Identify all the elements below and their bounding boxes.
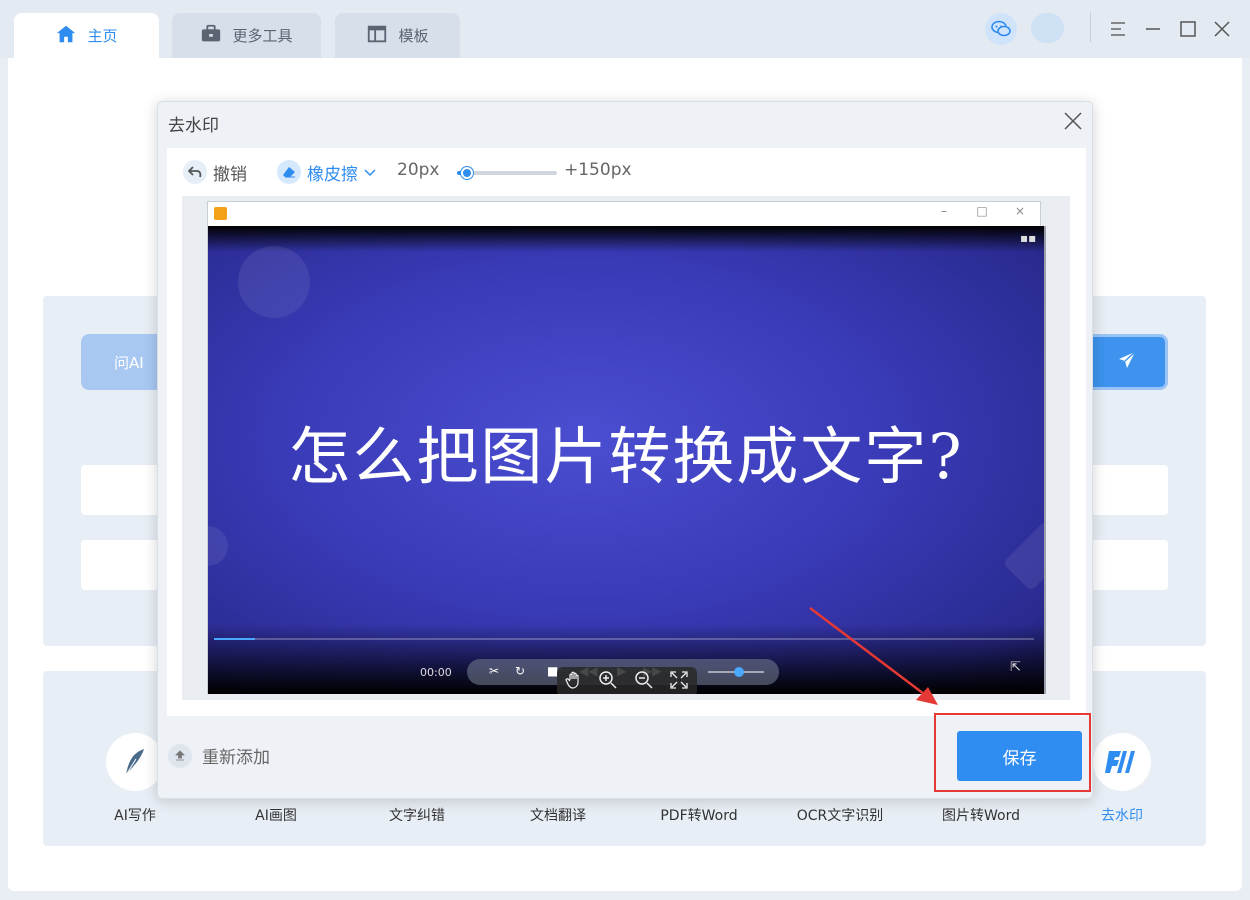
menu-icon[interactable] <box>1103 14 1133 44</box>
repeat-icon: ↻ <box>515 664 526 678</box>
eraser-dropdown[interactable]: 橡皮擦 <box>277 158 376 186</box>
dialog-title: 去水印 <box>168 116 219 136</box>
scroll-edge <box>1044 226 1046 694</box>
tab-more-tools-label: 更多工具 <box>232 27 293 45</box>
decorative-diamond <box>1002 520 1044 592</box>
zoom-controls <box>557 667 697 694</box>
player-logo-icon <box>214 207 227 220</box>
upload-icon <box>168 743 192 768</box>
player-titlebar: – □ × <box>208 202 1040 226</box>
decorative-circle <box>238 246 310 318</box>
fullscreen-icon: ⇱ <box>1010 660 1021 675</box>
title-bar: 主页 更多工具 模板 <box>0 0 1250 58</box>
tool-label: AI画图 <box>255 808 297 824</box>
image-canvas[interactable]: – □ × ▪▪ 怎么把图片转换成文字? 00:00 ✂ ↻ ■ ⇱ <box>182 196 1070 700</box>
re-add-button[interactable]: 重新添加 <box>168 743 270 768</box>
briefcase-icon <box>200 23 222 49</box>
tool-label: PDF转Word <box>660 808 738 824</box>
brush-size-max: +150px <box>564 160 632 180</box>
tab-templates[interactable]: 模板 <box>335 13 460 58</box>
tab-more-tools[interactable]: 更多工具 <box>172 13 321 58</box>
tool-label: OCR文字识别 <box>796 808 884 824</box>
paper-plane-icon <box>1117 350 1137 374</box>
re-add-label: 重新添加 <box>202 748 270 768</box>
brush-size-slider[interactable] <box>457 167 557 179</box>
user-avatar[interactable] <box>1031 13 1064 43</box>
close-window-icon[interactable] <box>1207 14 1237 44</box>
template-icon <box>366 23 388 49</box>
eraser-icon <box>277 160 301 184</box>
hand-icon[interactable] <box>565 671 583 693</box>
feather-pen-icon <box>106 733 164 791</box>
player-minimize-icon: – <box>941 204 947 218</box>
tab-home[interactable]: 主页 <box>14 13 159 58</box>
volume-knob <box>734 667 744 677</box>
video-frame: ▪▪ 怎么把图片转换成文字? 00:00 ✂ ↻ ■ ◀◀ ▶ ▶▶ <box>208 226 1044 694</box>
close-icon[interactable] <box>1060 108 1086 134</box>
tool-label: 去水印 <box>1101 808 1143 824</box>
editor-panel: 撤销 橡皮擦 20px +150px – □ × ▪▪ 怎么把图片转换成文字? … <box>167 148 1086 716</box>
maximize-icon[interactable] <box>1173 14 1203 44</box>
tool-label: AI写作 <box>114 808 156 824</box>
undo-button[interactable]: 撤销 <box>183 158 247 186</box>
time-label: 00:00 <box>420 666 452 679</box>
video-shadow <box>208 226 1044 252</box>
brush-size-min: 20px <box>397 160 440 180</box>
watermark-remove-icon <box>1093 733 1151 791</box>
home-icon <box>55 23 77 49</box>
editor-toolbar: 撤销 橡皮擦 20px +150px <box>167 148 1086 196</box>
zoom-in-icon[interactable] <box>598 670 618 694</box>
tool-label: 文档翻译 <box>530 808 586 824</box>
image-preview[interactable]: – □ × ▪▪ 怎么把图片转换成文字? 00:00 ✂ ↻ ■ ⇱ <box>207 201 1046 694</box>
minimize-icon[interactable] <box>1138 14 1168 44</box>
tool-label: 图片转Word <box>942 808 1020 824</box>
send-button[interactable] <box>1086 334 1168 390</box>
video-progress-bar <box>214 638 1034 640</box>
tool-label: 文字纠错 <box>389 808 445 824</box>
video-progress-fill <box>214 638 255 640</box>
chevron-down-icon <box>364 162 376 182</box>
undo-label: 撤销 <box>213 164 247 185</box>
grid-icon: ▪▪ <box>1020 231 1037 245</box>
tab-templates-label: 模板 <box>398 27 429 45</box>
scissors-icon: ✂ <box>489 664 500 678</box>
player-close-icon: × <box>1014 204 1026 218</box>
ask-ai-label: 问AI <box>114 353 144 372</box>
zoom-out-icon[interactable] <box>634 670 654 694</box>
video-caption: 怎么把图片转换成文字? <box>288 420 964 493</box>
eraser-label: 橡皮擦 <box>307 164 358 185</box>
wechat-icon[interactable] <box>985 13 1017 45</box>
slider-knob[interactable] <box>461 167 473 179</box>
player-maximize-icon: □ <box>976 204 988 218</box>
remove-watermark-dialog: 去水印 撤销 橡皮擦 20px +150px – □ × ▪▪ 怎么把图片转换成… <box>157 101 1093 799</box>
decorative-circle <box>208 526 228 566</box>
undo-icon <box>183 160 207 184</box>
divider <box>1090 12 1091 42</box>
fit-screen-icon[interactable] <box>669 670 689 694</box>
highlight-box <box>934 713 1091 792</box>
tab-home-label: 主页 <box>87 27 118 45</box>
